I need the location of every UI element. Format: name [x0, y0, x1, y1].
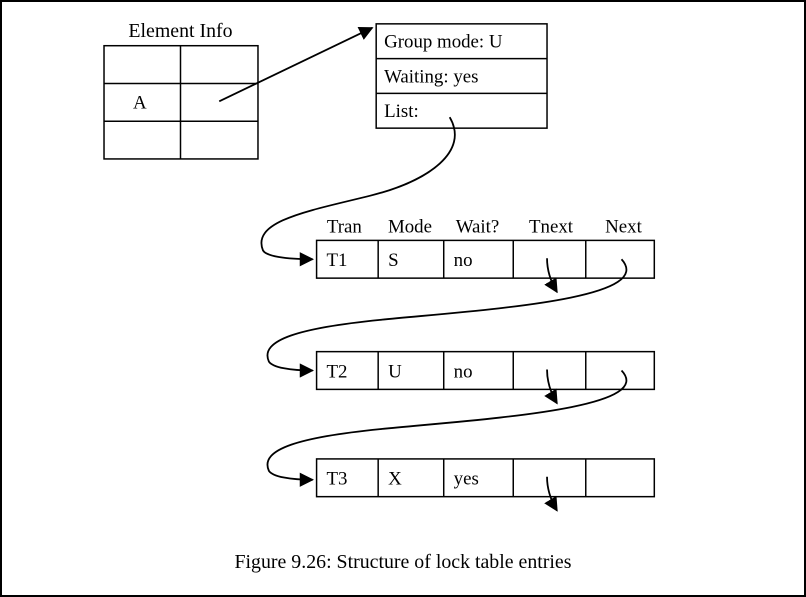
row-2: T2 U no: [317, 352, 655, 390]
diagram-frame: Element Info A Group mode: U Waiting: ye…: [0, 0, 806, 597]
row2-tran: T2: [327, 361, 348, 382]
row2-mode: U: [388, 361, 402, 382]
row3-wait: yes: [454, 469, 479, 490]
header-tran: Tran: [327, 216, 363, 237]
header-wait: Wait?: [456, 216, 500, 237]
arrow-list-to-row1: [261, 117, 454, 259]
element-info-grid: A: [104, 46, 258, 159]
row1-tran: T1: [327, 250, 348, 271]
row1-wait: no: [454, 250, 473, 271]
header-mode: Mode: [388, 216, 432, 237]
header-tnext: Tnext: [529, 216, 574, 237]
row-1: T1 S no: [317, 240, 655, 278]
diagram-svg: Element Info A Group mode: U Waiting: ye…: [2, 2, 804, 595]
row3-mode: X: [388, 469, 402, 490]
header-next: Next: [605, 216, 642, 237]
row1-mode: S: [388, 250, 399, 271]
group-mode-line: Group mode: U: [384, 32, 503, 53]
grid-cell-a: A: [133, 92, 147, 113]
group-box: Group mode: U Waiting: yes List:: [376, 24, 547, 128]
element-info-title: Element Info: [128, 20, 232, 42]
figure-caption: Figure 9.26: Structure of lock table ent…: [235, 551, 572, 573]
list-line: List:: [384, 101, 419, 122]
row3-tran: T3: [327, 469, 348, 490]
row2-wait: no: [454, 361, 473, 382]
waiting-line: Waiting: yes: [384, 66, 478, 87]
row-3: T3 X yes: [317, 459, 655, 497]
